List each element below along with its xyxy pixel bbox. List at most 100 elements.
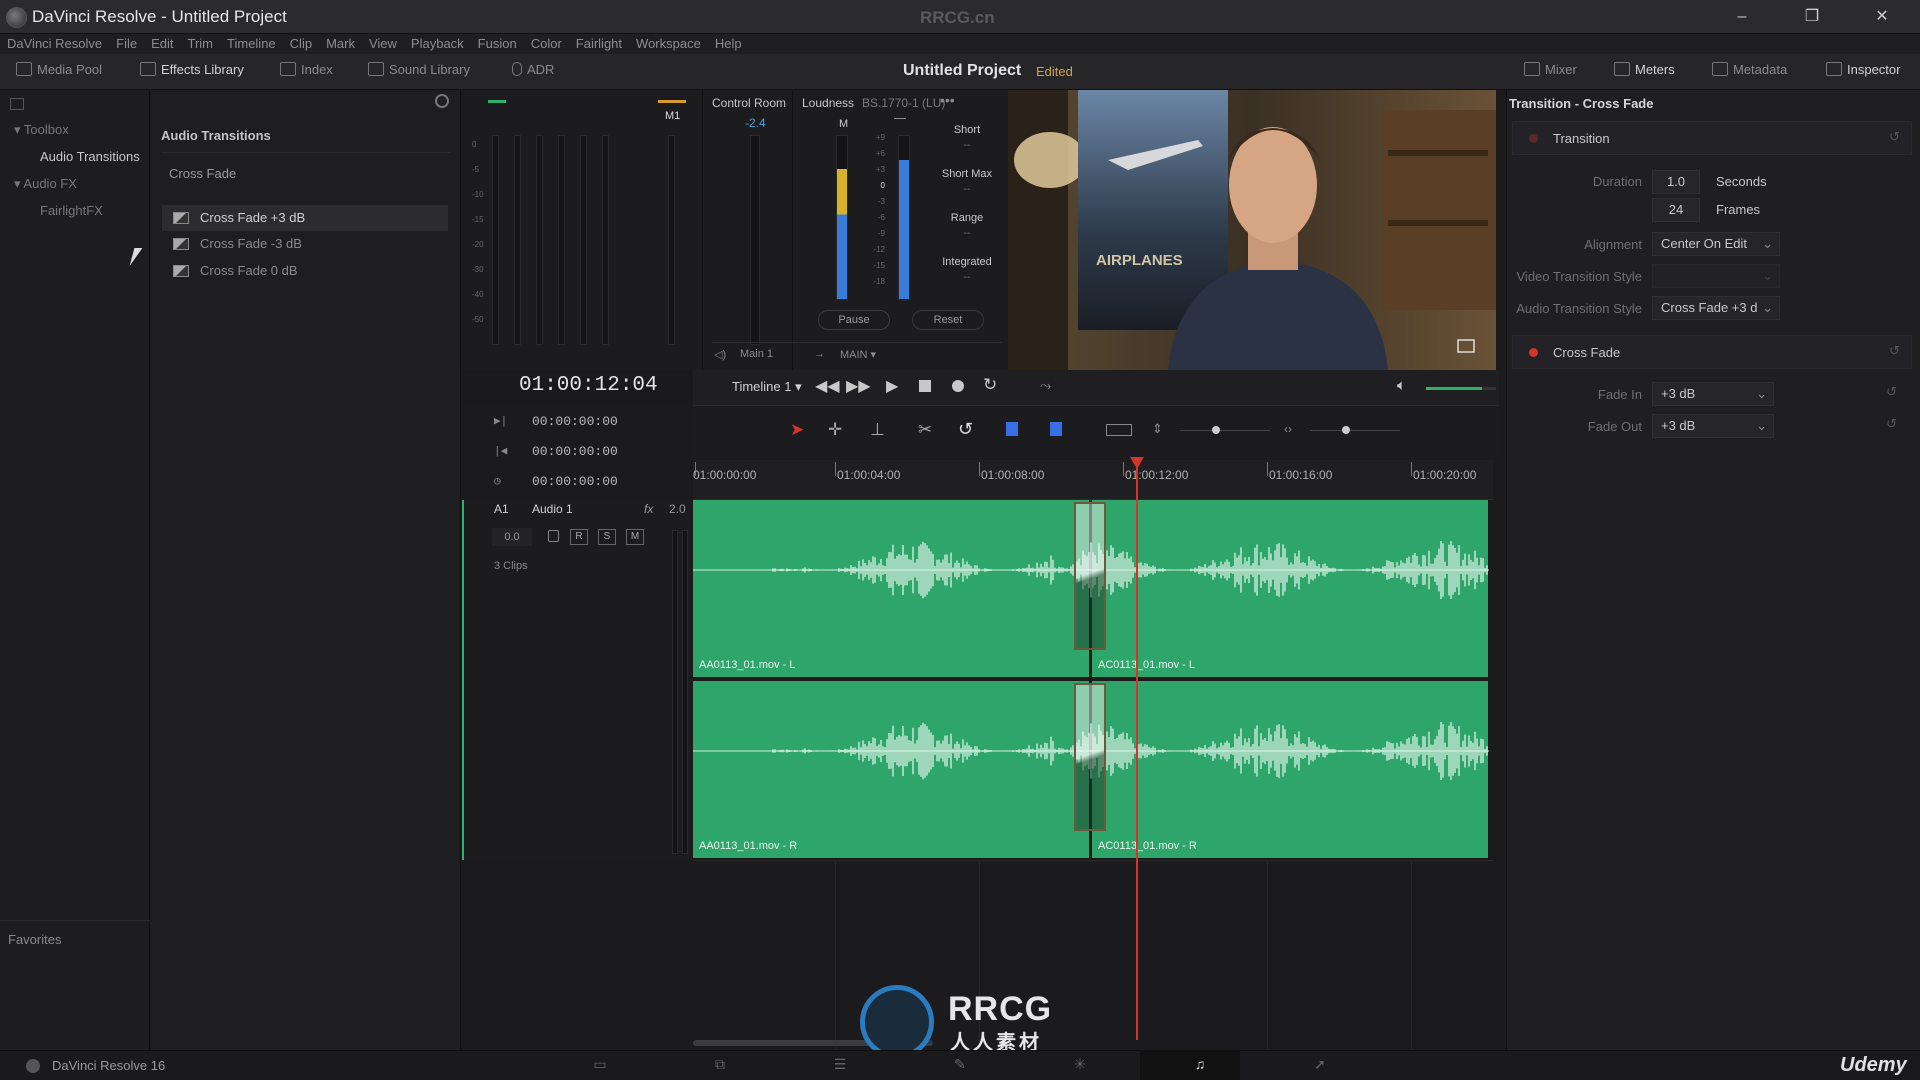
duration-field[interactable]: 1.0 (1652, 170, 1700, 194)
lock-icon[interactable] (548, 530, 559, 542)
menu-timeline[interactable]: Timeline (220, 34, 283, 54)
tree-audio-transitions[interactable]: Audio Transitions (40, 149, 140, 164)
tree-fairlightfx[interactable]: FairlightFX (40, 203, 103, 218)
record-arm-button[interactable]: R (570, 529, 588, 545)
fade-in-dropdown[interactable]: +3 dB ⌄ (1652, 382, 1774, 406)
media-page-icon[interactable]: ▭ (590, 1056, 610, 1072)
minimize-button[interactable]: – (1720, 4, 1764, 30)
volume-icon[interactable]: 🔈︎ (1397, 377, 1406, 394)
menu-playback[interactable]: Playback (404, 34, 471, 54)
menu-edit[interactable]: Edit (144, 34, 180, 54)
height-stepper-icon[interactable]: ⇕ (1152, 421, 1163, 437)
tree-audio-fx[interactable]: ▾ Audio FX (14, 176, 77, 192)
index-button[interactable]: Index (280, 62, 333, 77)
track-level-field[interactable]: 0.0 (492, 528, 532, 546)
menu-fairlight[interactable]: Fairlight (569, 34, 629, 54)
reset-button[interactable]: Reset (912, 310, 984, 330)
color-page-icon[interactable]: ✳ (1070, 1056, 1090, 1072)
reset-fade-out-icon[interactable]: ↺ (1886, 416, 1897, 432)
fusion-page-icon[interactable]: ✎ (950, 1056, 970, 1072)
menu-mark[interactable]: Mark (319, 34, 362, 54)
edit-page-icon[interactable]: ☰ (830, 1056, 850, 1072)
audio-transition-style-dropdown[interactable]: Cross Fade +3 d ⌄ (1652, 296, 1780, 320)
fast-forward-icon[interactable]: ▶▶ (846, 376, 871, 396)
crossfade-transition-r[interactable] (1074, 683, 1106, 831)
track-fx-button[interactable]: fx (644, 502, 653, 516)
video-viewer[interactable]: AIRPLANES (1008, 90, 1496, 370)
loudness-options-icon[interactable]: ••• (940, 92, 955, 108)
effects-library-button[interactable]: Effects Library (140, 62, 244, 77)
selection-tool-icon[interactable]: ➤ (790, 420, 804, 440)
metadata-button[interactable]: Metadata (1712, 62, 1787, 77)
reset-section-icon[interactable]: ↺ (1889, 343, 1900, 359)
main-select[interactable]: MAIN ▾ (840, 348, 876, 361)
favorites-header[interactable]: Favorites (8, 932, 61, 947)
automation-icon[interactable]: ⤳ (1040, 377, 1051, 394)
marker-icon[interactable] (1050, 422, 1062, 436)
rewind-icon[interactable]: ◀◀ (815, 376, 840, 396)
menu-davinci[interactable]: DaVinci Resolve (0, 34, 109, 54)
adr-button[interactable]: ADR (512, 62, 554, 77)
reset-fade-in-icon[interactable]: ↺ (1886, 384, 1897, 400)
crossfade-section-header[interactable]: Cross Fade ↺ (1512, 335, 1912, 369)
restore-button[interactable]: ❐ (1790, 4, 1834, 30)
link-icon[interactable]: ↺ (958, 419, 973, 440)
loop-icon[interactable]: ↻ (983, 375, 997, 395)
stop-icon[interactable] (919, 380, 931, 392)
timeline-ruler[interactable]: 01:00:00:00 01:00:04:00 01:00:08:00 01:0… (693, 460, 1493, 500)
menu-trim[interactable]: Trim (181, 34, 221, 54)
db-tick: -50 (472, 315, 484, 324)
menu-help[interactable]: Help (708, 34, 749, 54)
playhead-line[interactable] (1136, 468, 1138, 1040)
fairlight-page-icon[interactable]: ♫ (1190, 1056, 1210, 1072)
track-name[interactable]: Audio 1 (532, 502, 573, 516)
fade-out-dropdown[interactable]: +3 dB ⌄ (1652, 414, 1774, 438)
solo-button[interactable]: S (598, 529, 616, 545)
mute-button[interactable]: M (626, 529, 644, 545)
menu-fusion[interactable]: Fusion (471, 34, 524, 54)
play-icon[interactable]: ▶ (886, 376, 898, 396)
close-button[interactable]: ✕ (1860, 4, 1904, 30)
track-height-icon[interactable] (1106, 424, 1132, 436)
record-icon[interactable] (952, 380, 964, 392)
zoom-horizontal-icon[interactable]: ‹› (1284, 422, 1292, 436)
edit-point-icon[interactable]: ⊥ (870, 420, 885, 440)
transition-cross-fade-minus3[interactable]: Cross Fade -3 dB (162, 231, 448, 257)
media-pool-button[interactable]: Media Pool (16, 62, 102, 77)
panel-toggle-icon[interactable] (10, 98, 24, 110)
volume-slider[interactable] (1426, 387, 1496, 390)
menu-workspace[interactable]: Workspace (629, 34, 708, 54)
meters-button[interactable]: Meters (1614, 62, 1675, 77)
reset-section-icon[interactable]: ↺ (1889, 129, 1900, 145)
crossfade-transition-l[interactable] (1074, 502, 1106, 650)
tree-toolbox[interactable]: ▾ Toolbox (14, 122, 69, 138)
search-icon[interactable] (435, 94, 449, 108)
range-tool-icon[interactable]: ✛ (828, 420, 842, 440)
frames-field[interactable]: 24 (1652, 198, 1700, 222)
transition-cross-fade-plus3[interactable]: Cross Fade +3 dB (162, 205, 448, 231)
transition-cross-fade-0[interactable]: Cross Fade 0 dB (162, 258, 448, 284)
deliver-page-icon[interactable]: ➚ (1310, 1056, 1330, 1072)
menu-clip[interactable]: Clip (283, 34, 319, 54)
section-enable-icon[interactable] (1529, 348, 1538, 357)
inspector-button[interactable]: Inspector (1826, 62, 1900, 77)
timeline-select[interactable]: Timeline 1 ▾ (732, 379, 802, 395)
alignment-dropdown[interactable]: Center On Edit ⌄ (1652, 232, 1780, 256)
flag-icon[interactable] (1006, 422, 1018, 436)
section-enable-icon[interactable] (1529, 134, 1538, 143)
height-slider-handle[interactable] (1212, 426, 1220, 434)
cut-page-icon[interactable]: ⧉ (710, 1056, 730, 1072)
menu-file[interactable]: File (109, 34, 144, 54)
zoom-slider-handle[interactable] (1342, 426, 1350, 434)
menu-view[interactable]: View (362, 34, 404, 54)
sound-library-button[interactable]: Sound Library (368, 62, 470, 77)
pause-button[interactable]: Pause (818, 310, 890, 330)
mixer-button[interactable]: Mixer (1524, 62, 1577, 77)
transition-section-header[interactable]: Transition ↺ (1512, 121, 1912, 155)
zoom-slider[interactable] (1310, 430, 1400, 431)
transition-icon (173, 238, 189, 250)
height-slider[interactable] (1180, 430, 1270, 431)
menu-color[interactable]: Color (524, 34, 569, 54)
razor-icon[interactable]: ✂ (918, 420, 932, 440)
video-transition-style-dropdown[interactable]: ⌄ (1652, 264, 1780, 288)
